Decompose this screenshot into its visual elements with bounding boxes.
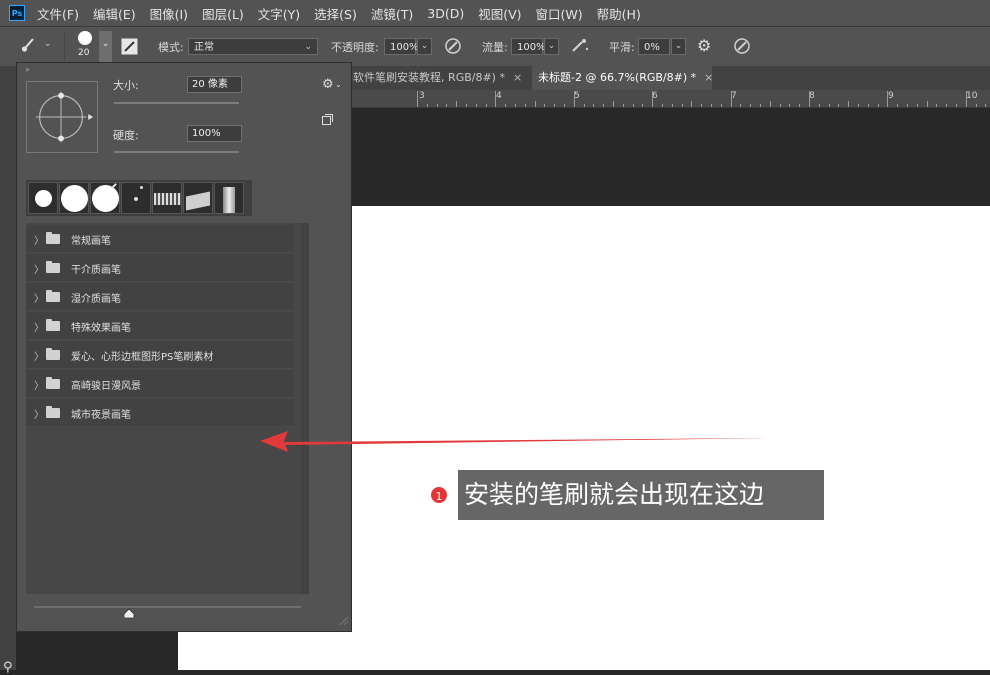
annotation-arrow <box>260 431 770 452</box>
annotation-callout: 安装的笔刷就会出现在这边 <box>458 470 824 520</box>
annotation-badge: 1 <box>429 485 449 505</box>
